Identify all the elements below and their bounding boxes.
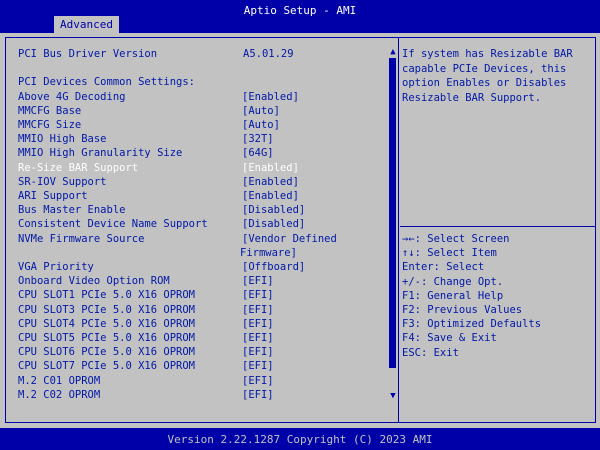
setting-label: Bus Master Enable [18,204,126,217]
setting-value[interactable]: [EFI] [242,388,274,402]
key-save-exit: F4: Save & Exit [402,332,497,345]
tab-advanced[interactable]: Advanced [54,16,119,33]
setting-value[interactable]: [EFI] [242,374,274,388]
setting-value[interactable]: [Enabled] [242,175,299,189]
scrollbar-thumb[interactable] [389,58,396,368]
key-previous-values: F2: Previous Values [402,304,523,317]
version-text: Version 2.22.1287 Copyright (C) 2023 AMI [167,433,433,446]
setting-label: Re-Size BAR Support [18,161,139,174]
setting-label: NVMe Firmware Source [18,232,145,245]
setting-value[interactable]: [Disabled] [242,217,305,231]
setting-label: Above 4G Decoding [18,90,126,103]
help-separator [400,226,595,227]
setting-label: Onboard Video Option ROM [18,275,170,288]
setting-value[interactable]: [Vendor Defined [242,232,337,246]
help-line: Resizable BAR Support. [402,91,542,104]
setting-label: PCI Devices Common Settings: [18,76,196,89]
key-select-item: ↑↓: Select Item [402,247,497,260]
setting-value[interactable]: [Auto] [242,104,280,118]
setting-value[interactable]: [EFI] [242,359,274,373]
setting-label: SR-IOV Support [18,175,107,188]
setting-label: CPU SLOT6 PCIe 5.0 X16 OPROM [18,346,196,359]
key-general-help: F1: General Help [402,289,504,302]
scroll-up-arrow-icon[interactable]: ▲ [388,47,398,57]
setting-label: CPU SLOT4 PCIe 5.0 X16 OPROM [18,317,196,330]
setting-value[interactable]: Firmware] [240,246,297,260]
key-enter: Enter: Select [402,261,485,274]
help-line: capable PCIe Devices, this [402,62,567,75]
setting-value[interactable]: [Enabled] [242,161,299,175]
setting-value[interactable]: [32T] [242,132,274,146]
scroll-down-arrow-icon[interactable]: ▼ [388,391,398,401]
setting-label: CPU SLOT7 PCIe 5.0 X16 OPROM [18,360,196,373]
setting-label: MMCFG Base [18,104,82,117]
key-legend: →←: Select Screen ↑↓: Select Item Enter:… [402,232,541,360]
setting-value[interactable]: [EFI] [242,288,274,302]
setting-value[interactable]: [EFI] [242,274,274,288]
setting-value[interactable]: [Offboard] [242,260,305,274]
setting-value[interactable]: [Enabled] [242,90,299,104]
title-bar: Aptio Setup - AMI Advanced [0,0,600,33]
setting-value[interactable]: [EFI] [242,331,274,345]
setting-label: CPU SLOT3 PCIe 5.0 X16 OPROM [18,303,196,316]
footer-bar: Version 2.22.1287 Copyright (C) 2023 AMI [0,428,600,450]
setting-value[interactable]: [Disabled] [242,203,305,217]
setting-value[interactable]: [EFI] [242,303,274,317]
setting-value[interactable]: [Auto] [242,118,280,132]
setting-value[interactable]: [Enabled] [242,189,299,203]
key-change-opt: +/-: Change Opt. [402,275,504,288]
help-panel: If system has Resizable BAR capable PCIe… [402,47,588,105]
setting-value[interactable]: [64G] [242,146,274,160]
setting-label: M.2 C01 OPROM [18,374,101,387]
setting-label: CPU SLOT1 PCIe 5.0 X16 OPROM [18,289,196,302]
help-line: If system has Resizable BAR [402,48,573,60]
setting-label: MMIO High Granularity Size [18,147,183,160]
setting-label: M.2 C02 OPROM [18,388,101,401]
key-esc-exit: ESC: Exit [402,346,459,359]
setting-label: ARI Support [18,190,88,202]
setting-label: PCI Bus Driver Version [18,48,158,60]
help-line: option Enables or Disables [402,77,567,89]
key-select-screen: →←: Select Screen [402,233,510,245]
key-optimized-defaults: F3: Optimized Defaults [402,318,542,331]
setting-label: MMCFG Size [18,119,82,131]
setting-label: VGA Priority [18,261,94,273]
setting-label: CPU SLOT5 PCIe 5.0 X16 OPROM [18,332,196,344]
panel-divider [398,37,399,423]
setting-label: MMIO High Base [18,133,107,146]
setting-value: A5.01.29 [243,48,294,60]
setting-value[interactable]: [EFI] [242,317,274,331]
setting-value[interactable]: [EFI] [242,345,274,359]
setting-label: Consistent Device Name Support [18,218,208,231]
